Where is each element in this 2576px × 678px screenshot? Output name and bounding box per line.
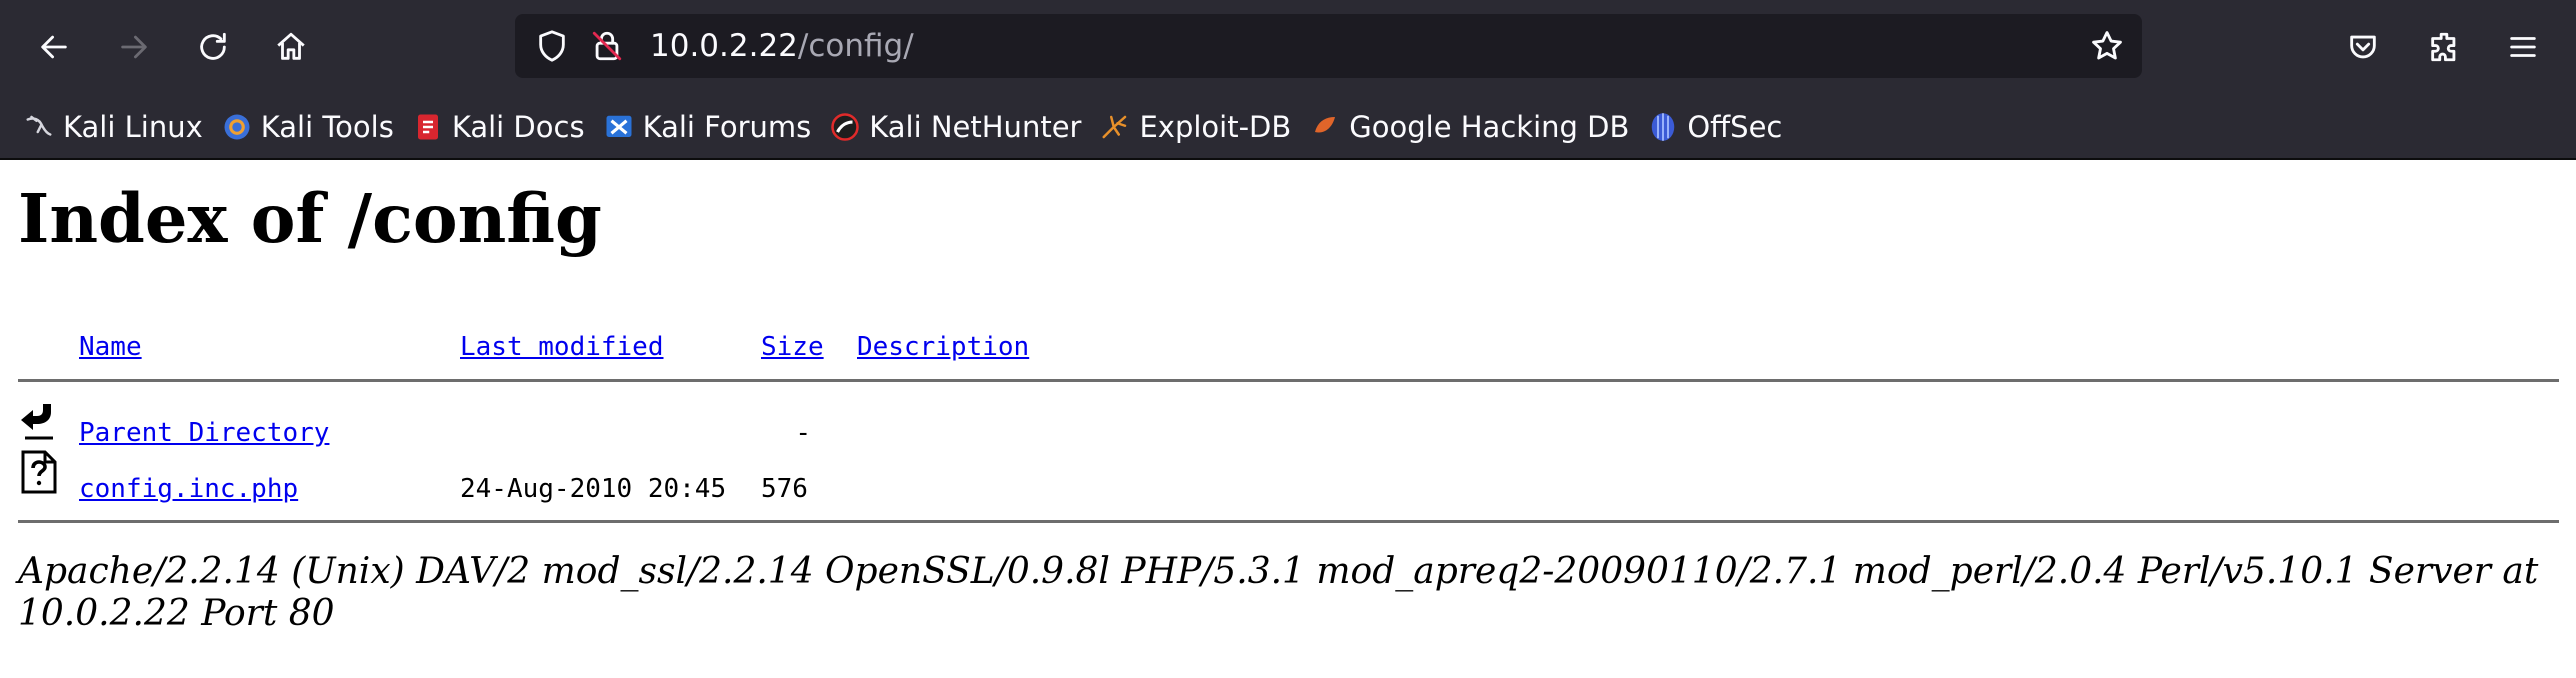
home-icon [277, 32, 305, 60]
url-bar[interactable]: 10.0.2.22/config/ [515, 14, 2142, 78]
last-modified-cell: 24-Aug-2010 20:45 [460, 474, 727, 504]
reload-icon [200, 32, 226, 60]
bookmark-kali-tools[interactable]: Kali Tools [222, 103, 394, 151]
bookmark-label: Kali NetHunter [869, 110, 1082, 144]
kali-docs-icon [417, 114, 438, 140]
back-arrow-icon [21, 404, 53, 440]
column-header-size[interactable]: Size [761, 332, 824, 362]
header-divider [18, 379, 2559, 382]
exploit-db-icon [1102, 115, 1127, 139]
kali-tools-icon [224, 114, 250, 140]
shield-icon[interactable] [535, 29, 569, 63]
insecure-lock-icon[interactable] [590, 29, 624, 63]
column-header-description[interactable]: Description [857, 332, 1029, 362]
column-header-last-modified[interactable]: Last modified [460, 332, 664, 362]
hamburger-menu-icon [2510, 37, 2536, 57]
extensions-button[interactable] [2418, 21, 2470, 73]
page-title: Index of /config [18, 179, 602, 258]
bookmark-kali-forums[interactable]: Kali Forums [604, 103, 812, 151]
ghdb-icon [1315, 117, 1336, 133]
bookmark-exploit-db[interactable]: Exploit-DB [1100, 103, 1291, 151]
bookmark-label: OffSec [1687, 110, 1783, 144]
bookmark-kali-nethunter[interactable]: Kali NetHunter [830, 103, 1081, 151]
back-button[interactable] [28, 21, 80, 73]
url-host: 10.0.2.22 [650, 28, 798, 64]
column-header-name[interactable]: Name [79, 332, 142, 362]
size-cell: 576 [761, 474, 808, 504]
bookmark-label: Kali Forums [642, 110, 812, 144]
browser-toolbar: 10.0.2.22/config/ [0, 0, 2576, 96]
home-button[interactable] [265, 21, 317, 73]
bookmark-label: Kali Linux [63, 110, 203, 144]
bookmark-kali-docs[interactable]: Kali Docs [413, 103, 585, 151]
forward-arrow-icon [121, 35, 147, 59]
puzzle-icon [2431, 32, 2456, 62]
nethunter-icon [831, 113, 859, 141]
back-arrow-icon [41, 35, 67, 59]
forward-button[interactable] [108, 21, 160, 73]
pocket-icon [2350, 35, 2376, 59]
offsec-icon [1652, 113, 1675, 141]
kali-forums-icon [606, 115, 632, 137]
page-content: Index of /config Name Last modified Size… [0, 162, 2576, 678]
file-link-config-inc-php[interactable]: config.inc.php [79, 474, 298, 504]
bookmark-label: Google Hacking DB [1349, 110, 1630, 144]
bookmark-kali-linux[interactable]: Kali Linux [24, 103, 203, 151]
unknown-file-icon [21, 450, 57, 494]
bookmark-label: Exploit-DB [1139, 110, 1292, 144]
url-path: /config/ [797, 28, 914, 64]
file-link-parent-directory[interactable]: Parent Directory [79, 418, 329, 448]
menu-button[interactable] [2497, 21, 2549, 73]
url-text[interactable]: 10.0.2.22/config/ [650, 14, 914, 78]
bookmark-label: Kali Docs [451, 110, 585, 144]
kali-dragon-icon [26, 115, 52, 136]
server-signature: Apache/2.2.14 (Unix) DAV/2 mod_ssl/2.2.1… [18, 551, 2539, 634]
size-cell: - [795, 418, 811, 448]
bookmark-label: Kali Tools [260, 110, 394, 144]
reload-button[interactable] [187, 21, 239, 73]
pocket-button[interactable] [2337, 21, 2389, 73]
bookmarks-toolbar: Kali Linux Kali Tools Kali Docs Kali For… [0, 96, 2576, 160]
footer-divider [18, 520, 2559, 523]
bookmark-star-icon[interactable] [2090, 29, 2124, 63]
bookmark-google-hacking-db[interactable]: Google Hacking DB [1310, 103, 1629, 151]
bookmark-offsec[interactable]: OffSec [1648, 103, 1782, 151]
